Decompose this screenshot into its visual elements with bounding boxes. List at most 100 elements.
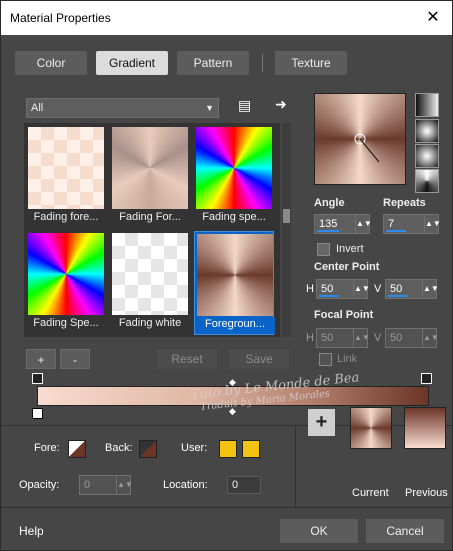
angle-level — [317, 230, 339, 232]
gradient-label: Fading spe... — [202, 211, 266, 223]
fore-label: Fore: — [34, 442, 60, 454]
invert-checkbox[interactable] — [317, 243, 330, 256]
dialog-title: Material Properties — [10, 11, 111, 25]
center-h-label: H — [306, 283, 314, 295]
location-input[interactable]: 0 — [227, 476, 261, 494]
current-material-swatch[interactable] — [350, 407, 392, 449]
fore-swatch[interactable] — [68, 440, 86, 458]
gradient-item-selected[interactable]: Foregroun... — [194, 231, 275, 335]
arrow-right-icon[interactable]: ➜ — [275, 96, 287, 113]
center-h-value: 50 — [321, 283, 334, 295]
focal-v-label: V — [374, 332, 382, 344]
focal-h-label: H — [306, 332, 314, 344]
gradient-item[interactable]: Fading spe... — [194, 125, 274, 229]
gradient-gallery: Fading fore... Fading For... Fading spe.… — [24, 123, 280, 337]
center-v-level — [388, 295, 408, 297]
ok-button[interactable]: OK — [280, 519, 358, 543]
spin-arrows-icon[interactable]: ▲▼ — [355, 215, 372, 233]
gradient-item[interactable]: Fading fore... — [26, 125, 106, 229]
gradient-label: Fading white — [118, 317, 182, 329]
previous-label: Previous — [405, 487, 448, 499]
sunburst-style-icon[interactable] — [415, 169, 439, 193]
back-label: Back: — [105, 442, 133, 454]
center-point-label: Center Point — [314, 261, 380, 273]
watermark: Tuto by Le Monde de Bea Traduit by Maria… — [190, 370, 361, 414]
link-label: Link — [337, 353, 358, 365]
gradient-label: Fading Spe... — [33, 317, 99, 329]
opacity-stop-left[interactable] — [32, 373, 43, 384]
dropdown-value: All — [31, 102, 44, 114]
spin-arrows-icon[interactable]: ▲▼ — [353, 329, 370, 347]
gradient-thumbnail — [112, 127, 188, 209]
gradient-preview[interactable] — [314, 93, 406, 185]
material-properties-dialog: Material Properties ✕ Color Gradient Pat… — [0, 0, 453, 551]
gradient-label: Fading For... — [119, 211, 181, 223]
radial-style-icon[interactable] — [415, 144, 439, 168]
angle-label: Angle — [314, 197, 345, 209]
center-h-level — [319, 295, 339, 297]
tab-separator — [262, 54, 263, 72]
opacity-stop-right[interactable] — [421, 373, 432, 384]
spin-arrows-icon[interactable]: ▲▼ — [422, 280, 439, 298]
close-icon[interactable]: ✕ — [424, 7, 442, 27]
user-swatch-1[interactable] — [219, 440, 237, 458]
focal-h-input[interactable]: 50 ▲▼ — [316, 328, 370, 348]
gradient-thumbnail — [112, 233, 188, 315]
center-h-input[interactable]: 50 ▲▼ — [316, 279, 370, 299]
back-swatch[interactable] — [139, 440, 157, 458]
cancel-button[interactable]: Cancel — [366, 519, 444, 543]
tab-gradient[interactable]: Gradient — [96, 51, 168, 75]
angle-input[interactable]: 135 ▲▼ — [314, 214, 372, 234]
opacity-input[interactable]: 0 ▲▼ — [79, 475, 133, 495]
focal-v-value: 50 — [390, 332, 403, 344]
gradient-label: Foregroun... — [195, 318, 275, 334]
remove-stop-button[interactable]: - — [60, 349, 90, 369]
add-stop-button[interactable]: + — [26, 349, 56, 369]
focal-point-label: Focal Point — [314, 309, 374, 321]
help-link[interactable]: Help — [19, 524, 44, 538]
center-v-value: 50 — [390, 283, 403, 295]
angle-value: 135 — [319, 218, 338, 230]
repeats-value: 7 — [388, 218, 395, 230]
focal-v-input[interactable]: 50 ▲▼ — [385, 328, 439, 348]
linear-style-icon[interactable] — [415, 93, 439, 117]
reset-button[interactable]: Reset — [157, 349, 217, 369]
scrollbar-thumb[interactable] — [283, 209, 290, 223]
gradient-thumbnail — [28, 233, 104, 315]
chevron-down-icon: ▼ — [205, 103, 214, 113]
user-label: User: — [181, 442, 208, 454]
title-bar: Material Properties ✕ — [1, 1, 452, 35]
spin-arrows-icon[interactable]: ▲▼ — [422, 329, 439, 347]
opacity-value: 0 — [84, 479, 91, 491]
gradient-item[interactable]: Fading white — [110, 231, 190, 335]
tab-texture[interactable]: Texture — [275, 51, 347, 75]
center-v-input[interactable]: 50 ▲▼ — [385, 279, 439, 299]
focal-h-value: 50 — [321, 332, 334, 344]
gradient-thumbnail — [197, 234, 273, 316]
gradient-filter-dropdown[interactable]: All ▼ — [26, 98, 219, 118]
save-button[interactable]: Save — [229, 349, 289, 369]
repeats-input[interactable]: 7 ▲▼ — [383, 214, 441, 234]
gallery-scrollbar[interactable] — [282, 123, 291, 337]
spin-arrows-icon[interactable]: ▲▼ — [424, 215, 441, 233]
invert-label: Invert — [336, 243, 364, 255]
current-label: Current — [352, 487, 389, 499]
center-v-label: V — [374, 283, 382, 295]
color-stop-left[interactable] — [32, 408, 43, 419]
add-to-palette-button[interactable]: + — [308, 409, 335, 436]
divider — [295, 425, 296, 507]
tab-color[interactable]: Color — [15, 51, 87, 75]
list-view-icon[interactable]: ▤ — [238, 97, 251, 114]
spin-arrows-icon[interactable]: ▲▼ — [116, 476, 133, 494]
link-checkbox[interactable] — [319, 353, 332, 366]
gradient-item[interactable]: Fading For... — [110, 125, 190, 229]
gradient-thumbnail — [28, 127, 104, 209]
rectangular-style-icon[interactable] — [415, 119, 439, 143]
tab-pattern[interactable]: Pattern — [177, 51, 249, 75]
previous-material-swatch[interactable] — [404, 407, 446, 449]
spin-arrows-icon[interactable]: ▲▼ — [353, 280, 370, 298]
gradient-thumbnail — [196, 127, 272, 209]
user-swatch-2[interactable] — [242, 440, 260, 458]
gradient-item[interactable]: Fading Spe... — [26, 231, 106, 335]
angle-handle-icon — [354, 133, 380, 163]
